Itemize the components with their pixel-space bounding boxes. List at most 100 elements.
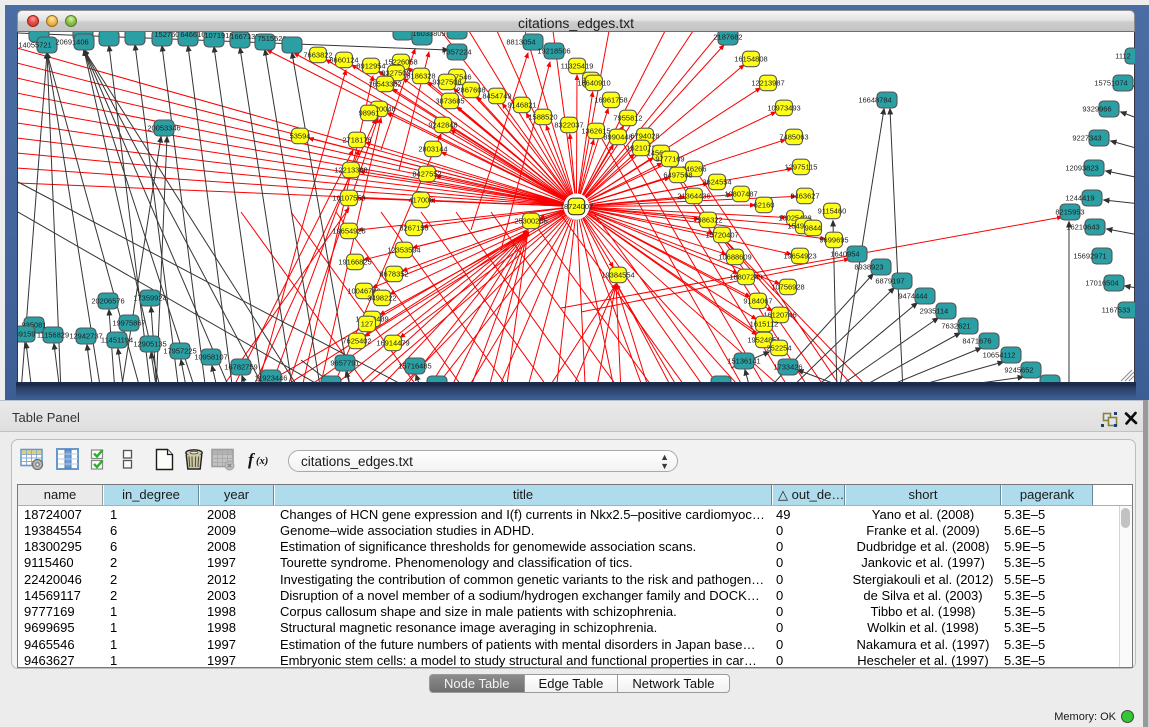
svg-text:7625402: 7625402 bbox=[342, 337, 371, 346]
svg-text:8813054: 8813054 bbox=[506, 38, 535, 47]
svg-text:20053346: 20053346 bbox=[147, 124, 180, 133]
svg-text:f: f bbox=[248, 450, 256, 469]
svg-text:2935114: 2935114 bbox=[920, 307, 949, 316]
svg-text:6497568: 6497568 bbox=[663, 171, 692, 180]
svg-text:12353594: 12353594 bbox=[387, 246, 420, 255]
svg-text:9146821: 9146821 bbox=[507, 101, 536, 110]
svg-text:17957225: 17957225 bbox=[163, 347, 196, 356]
svg-text:12975115: 12975115 bbox=[785, 163, 818, 172]
svg-text:9844: 9844 bbox=[805, 224, 822, 233]
svg-text:1112: 1112 bbox=[1115, 52, 1131, 61]
svg-text:9242848: 9242848 bbox=[428, 121, 457, 130]
svg-text:2867608: 2867608 bbox=[456, 86, 485, 95]
svg-text:16210643: 16210643 bbox=[1066, 223, 1099, 232]
svg-text:98961: 98961 bbox=[359, 109, 380, 118]
svg-text:7485063: 7485063 bbox=[779, 133, 808, 142]
svg-text:16107553: 16107553 bbox=[332, 194, 365, 203]
svg-text:8990448: 8990448 bbox=[603, 133, 632, 142]
svg-text:11451194: 11451194 bbox=[101, 336, 133, 345]
svg-text:9474444: 9474444 bbox=[898, 292, 927, 301]
svg-text:7357224: 7357224 bbox=[442, 48, 471, 57]
svg-text:10654112: 10654112 bbox=[983, 351, 1016, 360]
svg-text:16543382: 16543382 bbox=[368, 80, 401, 89]
svg-text:8678352: 8678352 bbox=[379, 270, 408, 279]
svg-text:1615112: 1615112 bbox=[750, 320, 779, 329]
svg-text:15751074: 15751074 bbox=[1094, 79, 1127, 88]
svg-text:1244419: 1244419 bbox=[1065, 194, 1094, 203]
svg-text:8938923: 8938923 bbox=[854, 263, 883, 272]
svg-text:9699695: 9699695 bbox=[819, 236, 848, 245]
svg-text:10973493: 10973493 bbox=[767, 104, 800, 113]
svg-text:62160: 62160 bbox=[754, 201, 775, 210]
svg-text:12213389: 12213389 bbox=[334, 166, 367, 175]
svg-text:9463627: 9463627 bbox=[790, 192, 819, 201]
svg-text:1588520: 1588520 bbox=[528, 113, 557, 122]
svg-text:7663822: 7663822 bbox=[303, 51, 332, 60]
svg-text:2803144: 2803144 bbox=[418, 145, 447, 154]
svg-text:9184067: 9184067 bbox=[743, 297, 772, 306]
svg-text:8186328: 8186328 bbox=[406, 72, 435, 81]
svg-text:16648784: 16648784 bbox=[858, 96, 891, 105]
svg-text:25300205: 25300205 bbox=[514, 217, 547, 226]
svg-text:10807487: 10807487 bbox=[724, 190, 757, 199]
svg-text:17016504: 17016504 bbox=[1085, 279, 1118, 288]
svg-text:19166825: 19166825 bbox=[338, 258, 371, 267]
svg-text:7632621: 7632621 bbox=[941, 322, 970, 331]
svg-text:18640910: 18640910 bbox=[577, 79, 610, 88]
svg-text:39159: 39159 bbox=[18, 330, 35, 339]
svg-text:19654925: 19654925 bbox=[332, 227, 365, 236]
svg-text:9115460: 9115460 bbox=[818, 207, 847, 216]
svg-text:19218506: 19218506 bbox=[537, 47, 570, 56]
svg-text:9329966: 9329966 bbox=[1082, 105, 1111, 114]
svg-text:16154808: 16154808 bbox=[734, 55, 767, 64]
svg-text:(x): (x) bbox=[256, 456, 268, 467]
svg-text:18807249: 18807249 bbox=[729, 273, 762, 282]
svg-text:10688609: 10688609 bbox=[718, 253, 751, 262]
svg-text:20691406: 20691406 bbox=[55, 38, 88, 47]
svg-text:9657791: 9657791 bbox=[330, 359, 359, 368]
svg-text:10958107: 10958107 bbox=[194, 353, 227, 362]
svg-text:3873685: 3873685 bbox=[435, 97, 464, 106]
svg-text:8215953: 8215953 bbox=[1055, 208, 1084, 217]
svg-text:417006: 417006 bbox=[408, 196, 433, 205]
svg-text:6879197: 6879197 bbox=[875, 277, 904, 286]
svg-text:17359924: 17359924 bbox=[133, 294, 166, 303]
svg-text:2718176: 2718176 bbox=[342, 136, 371, 145]
svg-text:20206576: 20206576 bbox=[91, 297, 124, 306]
svg-text:16033809: 16033809 bbox=[412, 32, 445, 38]
svg-text:1640954: 1640954 bbox=[830, 250, 859, 259]
svg-text:11325419: 11325419 bbox=[561, 62, 594, 71]
svg-text:19384554: 19384554 bbox=[601, 271, 634, 280]
svg-text:6794028: 6794028 bbox=[630, 132, 659, 141]
svg-text:3498222: 3498222 bbox=[367, 294, 396, 303]
svg-text:18724007: 18724007 bbox=[560, 202, 593, 211]
svg-text:19654923: 19654923 bbox=[783, 252, 816, 261]
svg-text:3624554: 3624554 bbox=[702, 178, 731, 187]
svg-text:53594: 53594 bbox=[290, 132, 311, 141]
svg-text:8322037: 8322037 bbox=[554, 121, 583, 130]
svg-text:16914479: 16914479 bbox=[376, 339, 409, 348]
svg-text:7986322: 7986322 bbox=[693, 216, 722, 225]
svg-text:8454749: 8454749 bbox=[482, 92, 511, 101]
svg-text:11923446: 11923446 bbox=[255, 374, 288, 382]
svg-text:15720407: 15720407 bbox=[705, 231, 738, 240]
svg-text:12213987: 12213987 bbox=[751, 79, 784, 88]
svg-text:11156829: 11156829 bbox=[37, 331, 69, 340]
svg-text:19975867: 19975867 bbox=[112, 319, 145, 328]
svg-text:15136141: 15136141 bbox=[727, 357, 760, 366]
svg-text:127: 127 bbox=[361, 320, 374, 329]
svg-text:8267150: 8267150 bbox=[399, 224, 428, 233]
svg-text:8427552: 8427552 bbox=[412, 170, 441, 179]
svg-text:1733426: 1733426 bbox=[773, 363, 802, 372]
svg-text:16782759: 16782759 bbox=[224, 363, 257, 372]
svg-text:2187682: 2187682 bbox=[713, 33, 742, 42]
svg-text:15692971: 15692971 bbox=[1073, 252, 1106, 261]
svg-text:16961758: 16961758 bbox=[594, 96, 627, 105]
svg-text:12942737: 12942737 bbox=[69, 332, 102, 341]
svg-text:12093823: 12093823 bbox=[1065, 164, 1098, 173]
svg-text:21364436: 21364436 bbox=[677, 192, 710, 201]
svg-text:252254: 252254 bbox=[766, 344, 791, 353]
svg-text:7955812: 7955812 bbox=[613, 114, 642, 123]
svg-text:14055721: 14055721 bbox=[18, 41, 51, 50]
svg-text:9777169: 9777169 bbox=[655, 155, 684, 164]
